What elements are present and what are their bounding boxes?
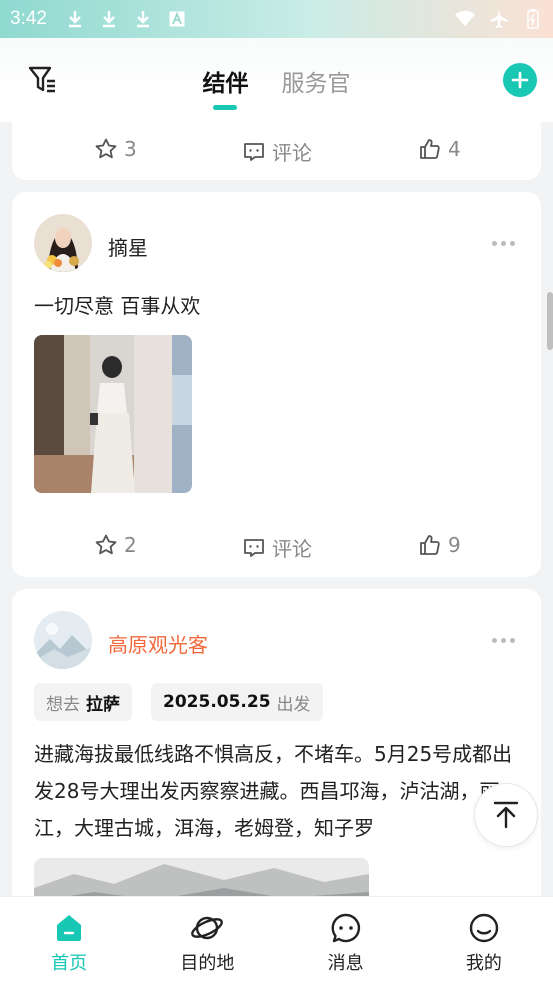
nav-home[interactable]: 首页 <box>0 897 138 983</box>
post-text: 一切尽意 百事从欢 <box>34 294 201 318</box>
message-icon <box>329 911 363 945</box>
battery-icon <box>523 9 543 29</box>
tag-want-prefix: 想去 <box>46 694 80 715</box>
more-dot <box>510 241 515 246</box>
post-text: 进藏海拔最低线路不惧高反，不堵车。5月25号成都出发28号大理出发丙察察进藏。西… <box>34 742 513 840</box>
thumbs-up-icon <box>420 139 440 159</box>
star-icon <box>95 138 117 159</box>
plus-icon <box>511 71 529 89</box>
like-button[interactable]: 4 <box>418 137 461 161</box>
nav-messages[interactable]: 消息 <box>277 897 415 983</box>
post-photo[interactable] <box>34 858 369 896</box>
add-post-button[interactable] <box>503 63 537 97</box>
star-count: 2 <box>124 533 137 557</box>
tag-want-place: 拉萨 <box>86 694 120 715</box>
nav-home-label: 首页 <box>51 953 88 974</box>
tag-date-suffix: 出发 <box>276 694 311 715</box>
download-icon <box>133 9 153 29</box>
wifi-icon <box>455 9 475 29</box>
star-button[interactable]: 3 <box>94 137 137 161</box>
post-feed[interactable]: 3 评论 4 摘星 一切尽意 百事从欢 2 评论 9 高原观光客 想去 拉萨 2… <box>0 122 553 896</box>
post-photo[interactable] <box>34 335 192 493</box>
comment-label: 评论 <box>272 537 312 561</box>
comment-button[interactable]: 评论 <box>242 137 312 166</box>
more-dot <box>501 241 506 246</box>
star-button[interactable]: 2 <box>94 533 137 557</box>
star-count: 3 <box>124 137 137 161</box>
more-options-button[interactable] <box>492 638 515 643</box>
like-button[interactable]: 9 <box>418 533 461 557</box>
author-name[interactable]: 高原观光客 <box>108 629 208 658</box>
more-dot <box>492 638 497 643</box>
comment-button[interactable]: 评论 <box>242 533 312 562</box>
status-bar: 3:42 <box>0 0 553 38</box>
avatar[interactable] <box>34 214 92 272</box>
tab-companion[interactable]: 结伴 <box>202 64 249 110</box>
comment-label: 评论 <box>272 141 312 165</box>
tab-companion-label: 结伴 <box>202 71 249 97</box>
nav-profile[interactable]: 我的 <box>415 897 553 983</box>
bottom-nav: 首页 目的地 消息 我的 <box>0 896 553 983</box>
comment-icon <box>244 538 264 557</box>
text-a-icon <box>167 9 187 29</box>
tag-date: 2025.05.25 <box>163 692 271 712</box>
more-options-button[interactable] <box>492 241 515 246</box>
post-card[interactable]: 高原观光客 想去 拉萨 2025.05.25 出发 进藏海拔最低线路不惧高反，不… <box>12 589 541 896</box>
post-card[interactable]: 摘星 一切尽意 百事从欢 2 评论 9 <box>12 192 541 577</box>
top-tabs: 结伴 服务官 <box>0 64 553 110</box>
more-dot <box>501 638 506 643</box>
thumbs-up-icon <box>420 535 440 555</box>
more-dot <box>492 241 497 246</box>
status-time: 3:42 <box>10 8 47 29</box>
nav-destination-label: 目的地 <box>180 953 235 974</box>
home-icon <box>52 911 86 945</box>
download-icon <box>65 9 85 29</box>
comment-icon <box>244 142 264 161</box>
departure-date-tag: 2025.05.25 出发 <box>151 683 323 721</box>
like-count: 9 <box>448 533 461 557</box>
like-count: 4 <box>448 137 461 161</box>
star-icon <box>95 534 117 555</box>
airplane-icon <box>489 9 509 29</box>
download-icon <box>99 9 119 29</box>
planet-icon <box>190 911 224 945</box>
nav-destination[interactable]: 目的地 <box>138 897 276 983</box>
nav-profile-label: 我的 <box>465 953 502 974</box>
author-name[interactable]: 摘星 <box>108 232 148 261</box>
arrow-up-icon <box>493 801 519 829</box>
smile-icon <box>467 911 501 945</box>
avatar[interactable] <box>34 611 92 669</box>
post-card: 3 评论 4 <box>12 122 541 180</box>
tab-service-officer[interactable]: 服务官 <box>282 64 351 98</box>
more-dot <box>510 638 515 643</box>
scrollbar[interactable] <box>547 292 553 350</box>
destination-tag: 想去 拉萨 <box>34 683 132 721</box>
tab-service-officer-label: 服务官 <box>281 71 351 97</box>
active-tab-indicator <box>213 105 238 110</box>
scroll-to-top-button[interactable] <box>474 783 538 847</box>
nav-messages-label: 消息 <box>327 953 364 974</box>
top-header: 结伴 服务官 <box>0 38 553 122</box>
